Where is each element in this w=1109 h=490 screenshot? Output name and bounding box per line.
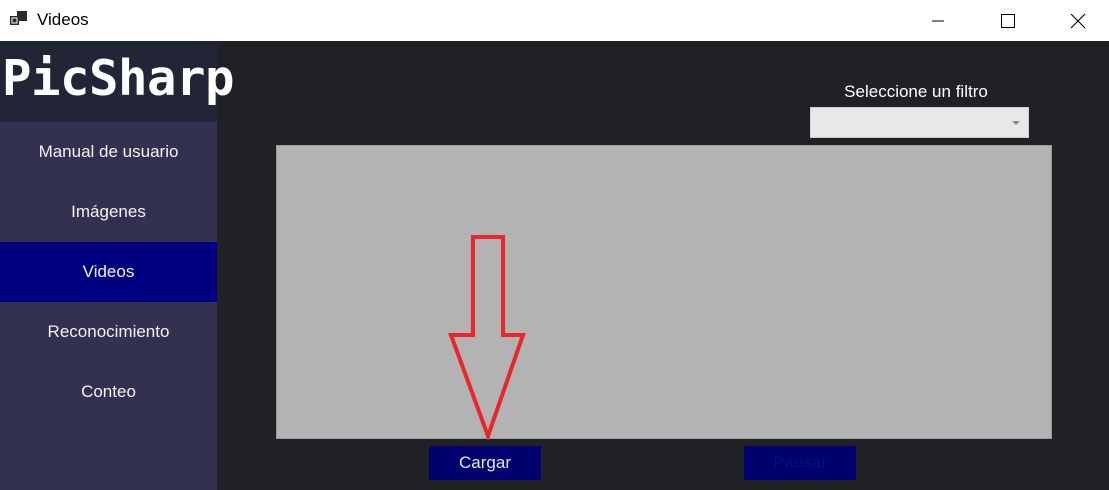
load-button[interactable]: Cargar [429, 446, 541, 480]
video-display-panel [276, 145, 1052, 439]
sidebar-item-label: Videos [82, 262, 135, 281]
chevron-down-icon [1012, 121, 1020, 125]
sidebar-item-label: Manual de usuario [38, 142, 179, 161]
maximize-icon [1001, 13, 1015, 28]
filter-dropdown[interactable] [810, 107, 1029, 138]
app-logo: PicSharp [2, 50, 235, 107]
sidebar-item-videos[interactable]: Videos [0, 242, 217, 302]
maximize-button[interactable] [973, 0, 1043, 41]
minimize-icon [932, 20, 944, 21]
sidebar-item-manual[interactable]: Manual de usuario [0, 122, 217, 182]
pause-button[interactable]: Pausar [744, 446, 856, 480]
sidebar-item-label: Reconocimiento [47, 322, 170, 341]
app-icon [10, 11, 27, 25]
sidebar-item-conteo[interactable]: Conteo [0, 362, 217, 422]
sidebar-item-reconocimiento[interactable]: Reconocimiento [0, 302, 217, 362]
close-button[interactable] [1043, 0, 1109, 41]
close-icon [1070, 13, 1086, 28]
minimize-button[interactable] [903, 0, 973, 41]
sidebar-item-imagenes[interactable]: Imágenes [0, 182, 217, 242]
window-title: Videos [37, 10, 89, 29]
sidebar: PicSharp Manual de usuario Imágenes Vide… [0, 41, 235, 490]
sidebar-item-label: Conteo [81, 382, 136, 401]
title-bar: Videos [0, 0, 1109, 41]
sidebar-item-label: Imágenes [71, 202, 146, 221]
filter-label: Seleccione un filtro [844, 82, 988, 101]
logo-area: PicSharp [0, 41, 235, 122]
app-window: Videos PicSharp Manual de usuario Imágen… [0, 0, 1109, 490]
